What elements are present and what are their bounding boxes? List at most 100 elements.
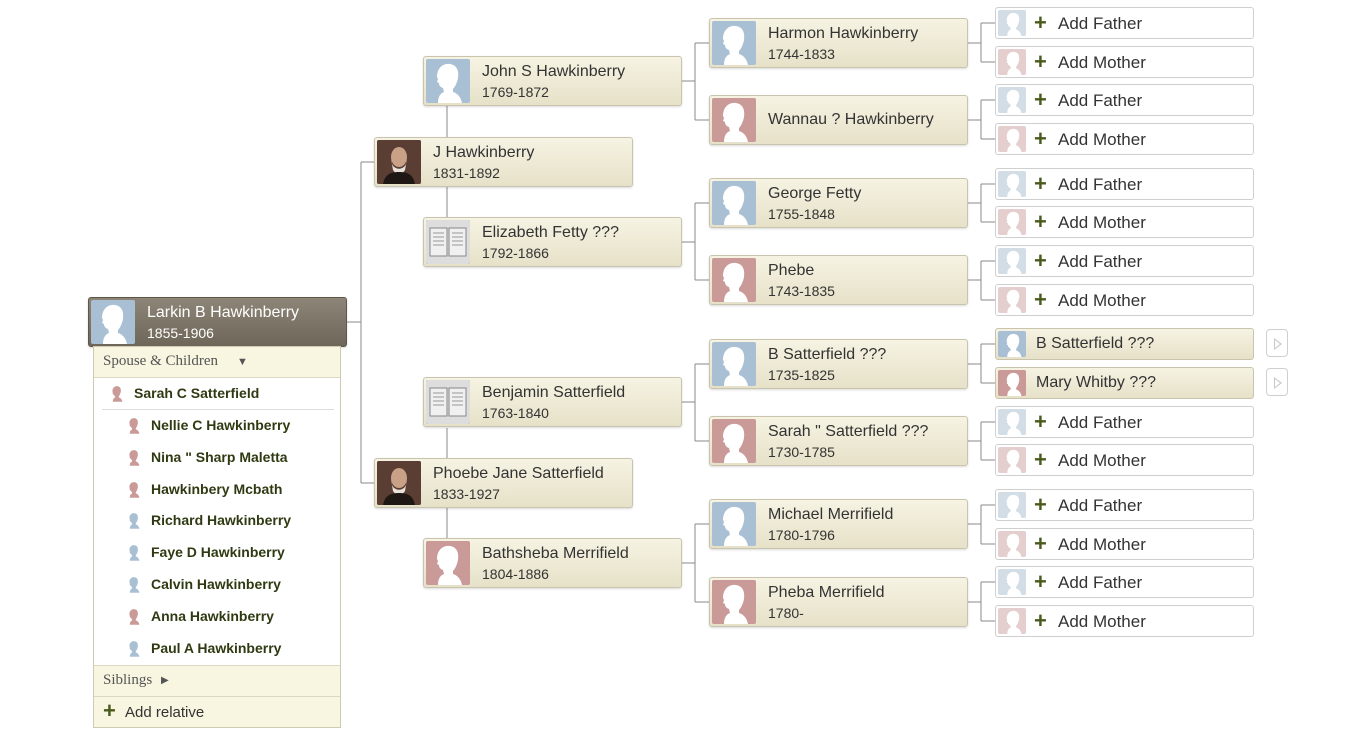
add-mother-button[interactable]: + Add Mother xyxy=(995,123,1254,155)
add-father-button[interactable]: + Add Father xyxy=(995,245,1254,277)
caret-right-icon: ▶ xyxy=(161,675,169,686)
plus-icon: + xyxy=(1034,447,1047,472)
grandparent-card[interactable]: Elizabeth Fetty ??? 1792-1866 xyxy=(423,217,682,267)
female-silhouette-icon xyxy=(108,383,124,403)
add-father-button[interactable]: + Add Father xyxy=(995,7,1254,39)
play-arrow-icon xyxy=(1274,338,1282,350)
male-silhouette-icon xyxy=(125,574,141,594)
plus-icon: + xyxy=(103,698,116,723)
add-father-label: Add Father xyxy=(1058,413,1143,432)
person-dates: 1831-1892 xyxy=(433,165,500,181)
add-mother-button[interactable]: + Add Mother xyxy=(995,206,1254,238)
person-name: Benjamin Satterfield xyxy=(482,384,626,401)
person-name: Larkin B Hawkinberry xyxy=(147,304,300,321)
great-grandparent-card[interactable]: B Satterfield ??? 1735-1825 xyxy=(709,339,968,389)
expand-arrow-button[interactable] xyxy=(1266,368,1288,396)
male-silhouette-icon xyxy=(426,59,470,103)
child-row[interactable]: Nellie C Hawkinberry xyxy=(94,410,340,440)
add-father-label: Add Father xyxy=(1058,14,1143,33)
expand-arrow-button[interactable] xyxy=(1266,329,1288,357)
person-name: Richard Hawkinberry xyxy=(151,512,292,529)
great-grandparent-card[interactable]: Wannau ? Hawkinberry xyxy=(709,95,968,145)
plus-icon: + xyxy=(1034,209,1047,234)
add-mother-label: Add Mother xyxy=(1058,213,1146,232)
parent-card[interactable]: J Hawkinberry 1831-1892 xyxy=(374,137,633,187)
add-mother-label: Add Mother xyxy=(1058,53,1146,72)
great-grandparent-card[interactable]: George Fetty 1755-1848 xyxy=(709,178,968,228)
caret-down-icon: ▼ xyxy=(237,356,248,368)
person-name: Elizabeth Fetty ??? xyxy=(482,224,619,241)
plus-icon: + xyxy=(1034,492,1047,517)
parent-card[interactable]: Phoebe Jane Satterfield 1833-1927 xyxy=(374,458,633,508)
female-silhouette-icon xyxy=(998,447,1026,473)
add-mother-label: Add Mother xyxy=(1058,451,1146,470)
plus-icon: + xyxy=(1034,49,1047,74)
root-person-card[interactable]: Larkin B Hawkinberry 1855-1906 xyxy=(88,297,347,347)
person-name: Anna Hawkinberry xyxy=(151,607,274,624)
grandparent-card[interactable]: Benjamin Satterfield 1763-1840 xyxy=(423,377,682,427)
add-relative-button[interactable]: + Add relative xyxy=(94,697,340,727)
add-mother-button[interactable]: + Add Mother xyxy=(995,605,1254,637)
add-father-label: Add Father xyxy=(1058,573,1143,592)
person-name: J Hawkinberry xyxy=(433,144,535,161)
person-dates: 1763-1840 xyxy=(482,405,549,421)
plus-icon: + xyxy=(1034,531,1047,556)
add-mother-button[interactable]: + Add Mother xyxy=(995,528,1254,560)
plus-icon: + xyxy=(1034,10,1047,35)
person-dates: 1804-1886 xyxy=(482,566,549,582)
female-silhouette-icon xyxy=(125,606,141,626)
female-silhouette-icon xyxy=(712,98,756,142)
add-father-button[interactable]: + Add Father xyxy=(995,168,1254,200)
grandparent-card[interactable]: John S Hawkinberry 1769-1872 xyxy=(423,56,682,106)
plus-icon: + xyxy=(1034,126,1047,151)
great-grandparent-card[interactable]: Harmon Hawkinberry 1744-1833 xyxy=(709,18,968,68)
female-silhouette-icon xyxy=(712,419,756,463)
spouse-row[interactable]: Sarah C Satterfield xyxy=(94,378,340,408)
siblings-toggle[interactable]: Siblings ▶ xyxy=(94,665,340,697)
great-grandparent-card[interactable]: Michael Merrifield 1780-1796 xyxy=(709,499,968,549)
person-dates: 1743-1835 xyxy=(768,283,835,299)
person-name: Hawkinbery Mcbath xyxy=(151,480,283,497)
person-dates: 1833-1927 xyxy=(433,486,500,502)
great-grandparent-card[interactable]: Phebe 1743-1835 xyxy=(709,255,968,305)
great-grandparent-card[interactable]: Sarah " Satterfield ??? 1730-1785 xyxy=(709,416,968,466)
add-father-button[interactable]: + Add Father xyxy=(995,406,1254,438)
add-father-button[interactable]: + Add Father xyxy=(995,84,1254,116)
add-mother-label: Add Mother xyxy=(1058,130,1146,149)
female-silhouette-icon xyxy=(712,580,756,624)
add-father-label: Add Father xyxy=(1058,91,1143,110)
ancestor-card[interactable]: Mary Whitby ??? xyxy=(995,367,1254,399)
male-silhouette-icon xyxy=(125,510,141,530)
add-mother-button[interactable]: + Add Mother xyxy=(995,284,1254,316)
add-mother-button[interactable]: + Add Mother xyxy=(995,46,1254,78)
child-row[interactable]: Richard Hawkinberry xyxy=(94,505,340,535)
person-name: Bathsheba Merrifield xyxy=(482,545,629,562)
male-silhouette-icon xyxy=(998,492,1026,518)
male-silhouette-icon xyxy=(125,542,141,562)
ancestor-card[interactable]: B Satterfield ??? xyxy=(995,328,1254,360)
child-row[interactable]: Nina " Sharp Maletta xyxy=(94,442,340,472)
person-name: John S Hawkinberry xyxy=(482,63,626,80)
child-row[interactable]: Faye D Hawkinberry xyxy=(94,537,340,567)
male-silhouette-icon xyxy=(125,638,141,658)
child-row[interactable]: Hawkinbery Mcbath xyxy=(94,474,340,504)
person-dates: 1755-1848 xyxy=(768,206,835,222)
female-silhouette-icon xyxy=(998,49,1026,75)
add-mother-label: Add Mother xyxy=(1058,535,1146,554)
grandparent-card[interactable]: Bathsheba Merrifield 1804-1886 xyxy=(423,538,682,588)
child-row[interactable]: Anna Hawkinberry xyxy=(94,601,340,631)
person-name: Faye D Hawkinberry xyxy=(151,544,285,561)
great-grandparent-card[interactable]: Pheba Merrifield 1780- xyxy=(709,577,968,627)
spouse-children-header[interactable]: Spouse & Children ▼ xyxy=(94,347,340,378)
male-silhouette-icon xyxy=(998,409,1026,435)
person-dates: 1769-1872 xyxy=(482,84,549,100)
child-row[interactable]: Paul A Hawkinberry xyxy=(94,633,340,663)
add-father-button[interactable]: + Add Father xyxy=(995,566,1254,598)
male-silhouette-icon xyxy=(998,87,1026,113)
add-father-button[interactable]: + Add Father xyxy=(995,489,1254,521)
person-dates: 1780- xyxy=(768,605,804,621)
child-row[interactable]: Calvin Hawkinberry xyxy=(94,569,340,599)
plus-icon: + xyxy=(1034,87,1047,112)
add-mother-button[interactable]: + Add Mother xyxy=(995,444,1254,476)
male-silhouette-icon xyxy=(998,248,1026,274)
